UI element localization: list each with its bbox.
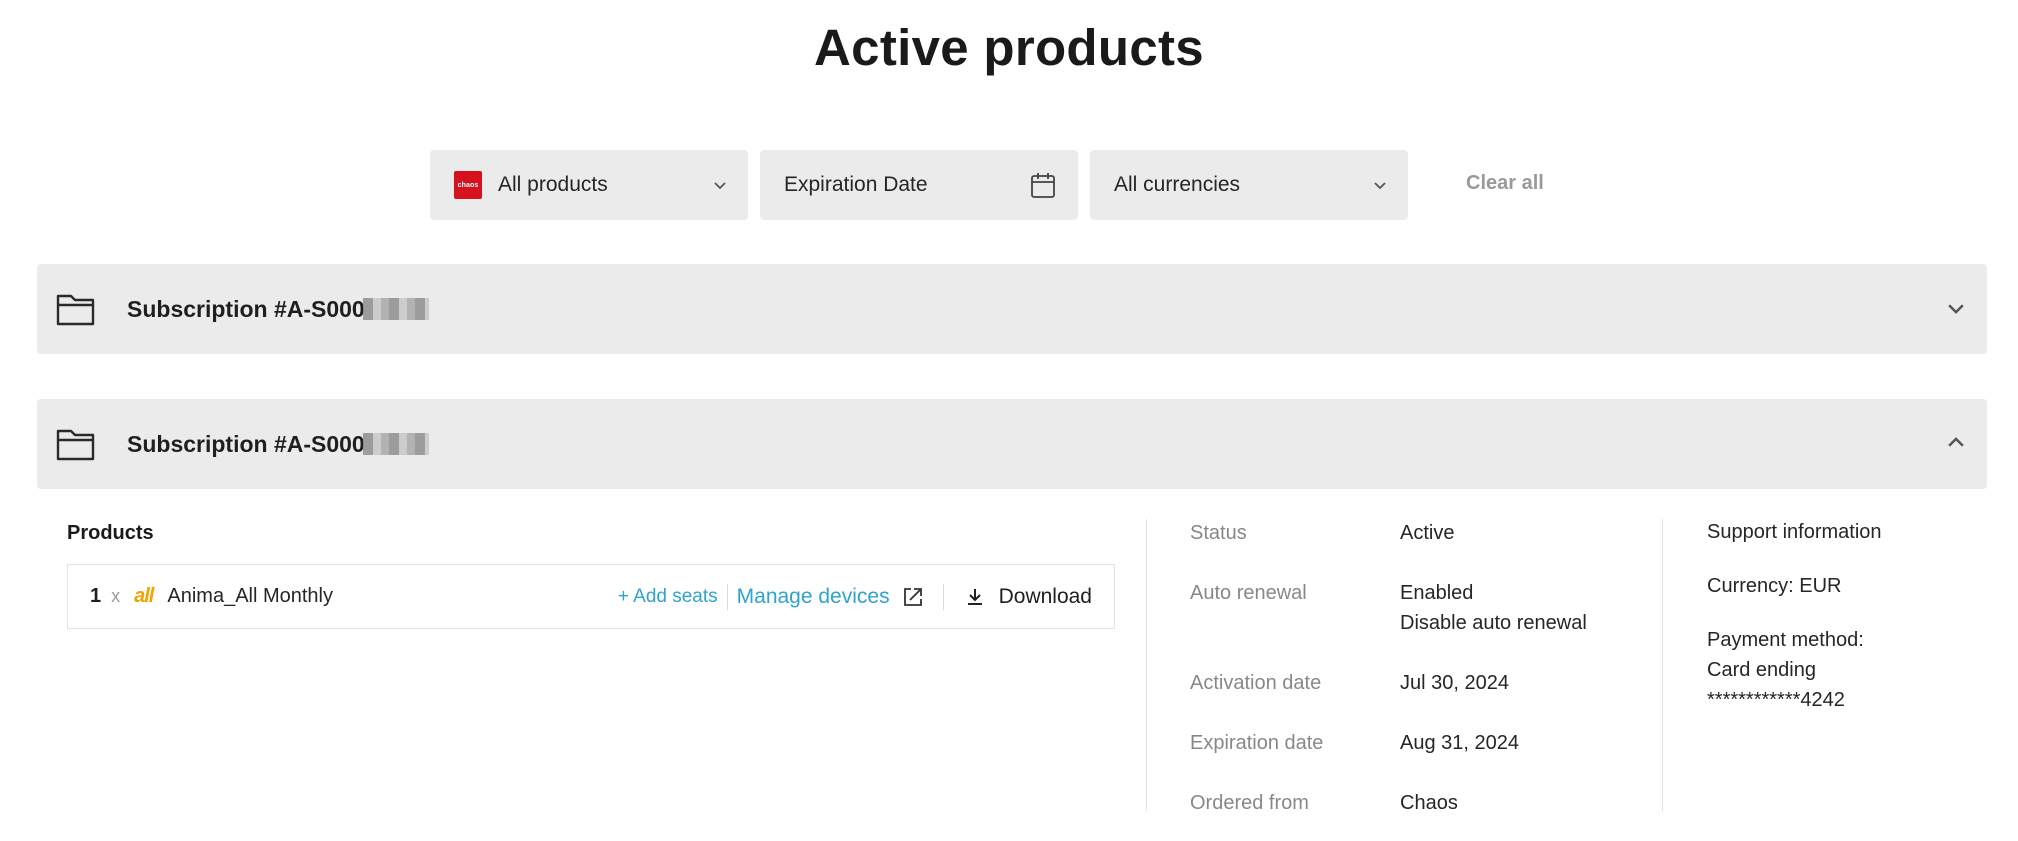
calendar-icon xyxy=(1031,173,1055,198)
download-icon[interactable] xyxy=(965,587,985,607)
expiration-date-value: Aug 31, 2024 xyxy=(1400,732,1519,754)
expiration-date-picker[interactable]: Expiration Date xyxy=(760,150,1078,220)
add-seats-link[interactable]: + Add seats xyxy=(618,586,718,608)
ordered-from-value: Chaos xyxy=(1400,792,1458,814)
subscription-header[interactable]: Subscription #A-S000 xyxy=(37,264,1987,354)
product-quantity: 1 xyxy=(90,585,102,607)
support-information-link[interactable]: Support information xyxy=(1707,517,1882,547)
divider xyxy=(942,583,944,610)
card-ending-label: Card ending xyxy=(1707,659,1816,681)
status-value: Active xyxy=(1400,522,1455,544)
page-title: Active products xyxy=(814,19,1204,76)
redacted-id-mask xyxy=(362,298,429,320)
manage-devices-link[interactable]: Manage devices xyxy=(737,585,890,609)
column-divider xyxy=(1662,519,1663,811)
expiration-date-label: Expiration date xyxy=(1190,732,1324,754)
anima-all-logo-icon: all xyxy=(134,585,154,607)
column-divider xyxy=(1146,519,1147,811)
currencies-filter-label: All currencies xyxy=(1114,173,1241,196)
currencies-filter-dropdown[interactable]: All currencies xyxy=(1090,150,1408,220)
chevron-down-icon xyxy=(1374,182,1386,190)
product-row: 1 x all Anima_All Monthly + Add seats Ma… xyxy=(67,564,1115,629)
activation-date-label: Activation date xyxy=(1190,672,1322,694)
redacted-id-mask xyxy=(362,433,429,455)
folder-icon xyxy=(56,429,95,461)
folder-icon xyxy=(56,294,95,326)
status-label: Status xyxy=(1190,522,1247,544)
products-filter-label: All products xyxy=(498,173,608,196)
chaos-logo-icon: chaos xyxy=(454,171,482,199)
currency-text: Currency: EUR xyxy=(1707,575,1842,597)
clear-all-button[interactable]: Clear all xyxy=(1466,172,1544,195)
chevron-up-icon[interactable] xyxy=(1945,432,1967,454)
disable-auto-renewal-link[interactable]: Disable auto renewal xyxy=(1400,612,1587,635)
download-button[interactable]: Download xyxy=(999,585,1092,609)
products-heading: Products xyxy=(67,522,154,544)
payment-method-label: Payment method: xyxy=(1707,629,1864,651)
card-number: ************4242 xyxy=(1707,689,1845,711)
product-name: Anima_All Monthly xyxy=(167,585,333,607)
divider xyxy=(726,583,728,610)
auto-renewal-value: Enabled xyxy=(1400,582,1474,604)
chevron-down-icon xyxy=(714,182,726,190)
expiration-date-label: Expiration Date xyxy=(784,173,928,196)
quantity-times: x xyxy=(111,586,121,606)
chevron-down-icon[interactable] xyxy=(1945,297,1967,319)
ordered-from-label: Ordered from xyxy=(1190,792,1309,814)
subscription-header[interactable]: Subscription #A-S000 xyxy=(37,399,1987,489)
subscription-title: Subscription #A-S000 xyxy=(127,430,365,457)
external-link-icon[interactable] xyxy=(902,586,924,608)
auto-renewal-label: Auto renewal xyxy=(1190,582,1307,604)
subscription-title: Subscription #A-S000 xyxy=(127,295,365,322)
activation-date-value: Jul 30, 2024 xyxy=(1400,672,1509,694)
products-filter-dropdown[interactable]: chaos All products xyxy=(430,150,748,220)
